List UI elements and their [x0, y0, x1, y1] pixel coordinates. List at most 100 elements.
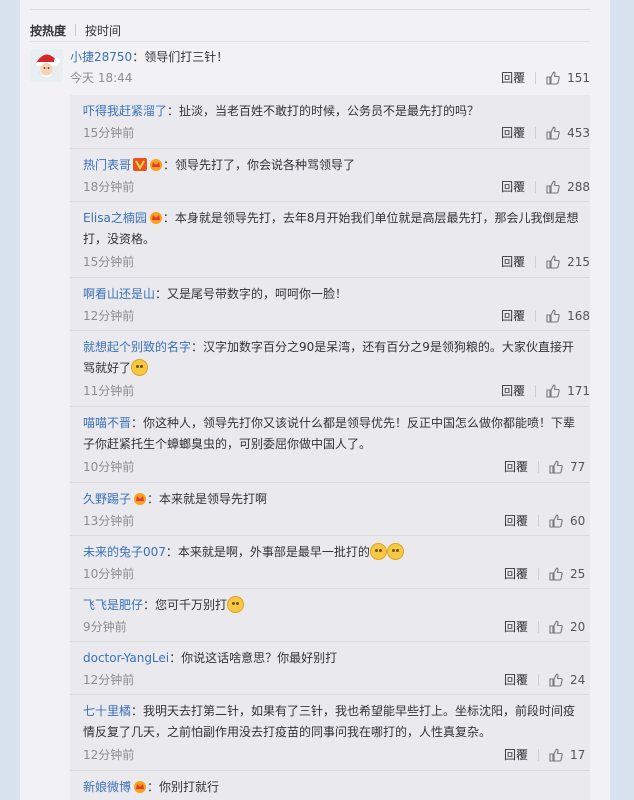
reply-button[interactable]: 回覆 — [504, 459, 528, 475]
reply-item: 七十里橘：我明天去打第二针，如果有了三针，我也希望能早些打上。坐标沈阳，前段时间… — [70, 695, 590, 771]
like-count: 60 — [570, 514, 586, 528]
reply-actions: 回覆 60 — [504, 513, 590, 529]
divider — [75, 24, 77, 36]
reply-actions: 回覆 171 — [501, 383, 590, 399]
reply-username[interactable]: 吓得我赶紧溜了 — [83, 104, 167, 118]
reply-content: doctor-YangLei：你说这话啥意思？你最好别打 — [83, 648, 580, 669]
like-count: 17 — [570, 748, 586, 762]
reply-item: Elisa之楠园 ：本身就是领导先打，去年8月开始我们单位就是高层最先打，那会儿我… — [70, 202, 590, 278]
divider — [535, 385, 537, 397]
reply-content: Elisa之楠园 ：本身就是领导先打，去年8月开始我们单位就是高层最先打，那会儿我… — [83, 208, 580, 250]
like-button[interactable]: 25 — [549, 566, 590, 582]
like-button[interactable]: 453 — [546, 125, 590, 141]
reply-button[interactable]: 回覆 — [504, 566, 528, 582]
like-button[interactable]: 17 — [549, 747, 590, 763]
reply-time: 15分钟前 — [83, 255, 135, 269]
reply-button[interactable]: 回覆 — [504, 747, 528, 763]
reply-username[interactable]: doctor-YangLei — [83, 651, 169, 665]
reply-text: ：我明天去打第二针，如果有了三针，我也希望能早些打上。坐标沈阳，前段时间疫情反复… — [83, 704, 576, 739]
reply-username[interactable]: 七十里橘 — [83, 704, 131, 718]
sort-by-hot-tab[interactable]: 按热度 — [30, 24, 66, 38]
reply-content: 新娘微博 ：你别打就行 — [83, 777, 580, 798]
divider — [538, 674, 539, 686]
like-button[interactable]: 60 — [549, 513, 590, 529]
like-button[interactable]: 77 — [549, 459, 590, 475]
like-button[interactable]: 171 — [546, 383, 590, 399]
sort-by-time-tab[interactable]: 按时间 — [85, 24, 121, 38]
like-button[interactable]: 151 — [546, 70, 590, 86]
reply-username[interactable]: 喵喵不晋 — [83, 416, 131, 430]
reply-username[interactable]: 啊看山还是山 — [83, 287, 155, 301]
reply-content: 就想起个别致的名字：汉字加数字百分之90是呆湾，还有百分之9是领狗粮的。大家伙直… — [83, 337, 580, 379]
reply-username[interactable]: 未来的兔子007 — [83, 545, 166, 559]
reply-button[interactable]: 回覆 — [504, 513, 528, 529]
like-count: 25 — [570, 567, 586, 581]
thumbs-up-icon — [549, 620, 563, 634]
like-button[interactable]: 168 — [546, 308, 590, 324]
avatar[interactable] — [30, 49, 63, 82]
comment-panel: 按热度 按时间 小捷28750：领导们打三针！ 今天 18:44 回覆 151 吓… — [20, 0, 610, 800]
reply-button[interactable]: 回覆 — [504, 672, 528, 688]
like-button[interactable]: 20 — [549, 619, 590, 635]
reply-time: 12分钟前 — [83, 748, 135, 762]
comment-username[interactable]: 小捷28750 — [70, 50, 132, 64]
reply-actions: 回覆 168 — [501, 308, 590, 324]
divider — [535, 72, 537, 84]
thumbs-up-icon — [549, 514, 563, 528]
emoji-icon — [227, 596, 245, 613]
reply-item: 吓得我赶紧溜了：扯淡，当老百姓不敢打的时候，公务员不是最先打的吗？ 15分钟前 回覆… — [70, 95, 590, 149]
divider — [30, 41, 590, 42]
emoji-icon — [369, 543, 387, 560]
like-button[interactable]: 288 — [546, 179, 590, 195]
divider — [535, 310, 537, 322]
like-button[interactable]: 24 — [549, 672, 590, 688]
reply-button[interactable]: 回覆 — [501, 179, 525, 195]
reply-time: 9分钟前 — [83, 620, 127, 634]
reply-button[interactable]: 回覆 — [501, 308, 525, 324]
reply-actions: 回覆 77 — [504, 459, 590, 475]
reply-username[interactable]: 久野踢子 — [83, 492, 131, 506]
like-count: 151 — [567, 71, 590, 85]
reply-actions: 回覆 453 — [501, 125, 590, 141]
thumbs-up-icon — [546, 255, 560, 269]
reply-actions: 回覆 215 — [501, 254, 590, 270]
reply-button[interactable]: 回覆 — [501, 125, 525, 141]
member-crown-icon — [150, 159, 163, 171]
comment-text: 领导们打三针！ — [144, 50, 229, 64]
reply-username[interactable]: 新娘微博 — [83, 780, 131, 794]
main-comment: 小捷28750：领导们打三针！ — [70, 48, 228, 66]
reply-content: 喵喵不晋：你这种人，领导先打你又该说什么都是领导优先！反正中国怎么做你都能喷！下… — [83, 413, 580, 455]
like-count: 24 — [570, 673, 586, 687]
like-count: 20 — [570, 620, 586, 634]
reply-button[interactable]: 回覆 — [504, 619, 528, 635]
thumbs-up-icon — [549, 460, 563, 474]
thumbs-up-icon — [549, 567, 563, 581]
verified-v-icon — [133, 158, 148, 171]
reply-item: 未来的兔子007：本来就是啊，外事部是最早一批打的 10分钟前 回覆 25 — [70, 536, 590, 589]
reply-text: ：扯淡，当老百姓不敢打的时候，公务员不是最先打的吗？ — [167, 104, 480, 118]
reply-text: ：您可千万别打 — [143, 598, 228, 612]
reply-actions: 回覆 17 — [504, 747, 590, 763]
like-button[interactable]: 215 — [546, 254, 590, 270]
reply-time: 10分钟前 — [83, 460, 135, 474]
reply-button[interactable]: 回覆 — [501, 70, 525, 86]
reply-time: 13分钟前 — [83, 514, 135, 528]
comment-separator: ： — [132, 50, 145, 64]
reply-username[interactable]: Elisa之楠园 — [83, 211, 147, 225]
sort-tabs: 按热度 按时间 — [30, 22, 121, 40]
reply-content: 未来的兔子007：本来就是啊，外事部是最早一批打的 — [83, 542, 580, 563]
reply-button[interactable]: 回覆 — [501, 254, 525, 270]
reply-username[interactable]: 热门表哥 — [83, 158, 131, 172]
reply-text: ：领导先打了，你会说各种骂领导了 — [163, 158, 356, 172]
reply-button[interactable]: 回覆 — [501, 383, 525, 399]
like-count: 168 — [567, 309, 590, 323]
reply-actions: 回覆 20 — [504, 619, 590, 635]
divider — [535, 256, 537, 268]
divider — [538, 621, 539, 633]
divider — [535, 181, 537, 193]
divider — [538, 568, 539, 580]
like-count: 215 — [567, 255, 590, 269]
reply-username[interactable]: 就想起个别致的名字 — [83, 340, 191, 354]
thumbs-up-icon — [546, 126, 560, 140]
reply-username[interactable]: 飞飞是肥仔 — [83, 598, 143, 612]
